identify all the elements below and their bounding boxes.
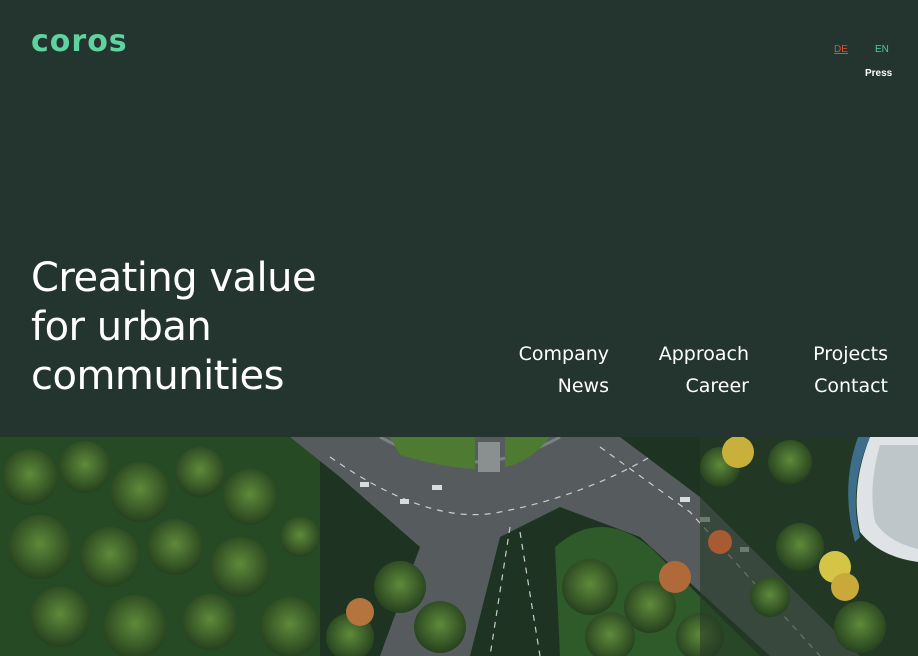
aerial-city-photo [0, 437, 918, 656]
nav-link-career[interactable]: Career [659, 370, 750, 402]
language-en-link[interactable]: EN [875, 44, 889, 55]
nav-column: Projects Contact [813, 338, 888, 402]
hero-title-line: for urban [31, 304, 212, 350]
hero-title-line: Creating value [31, 255, 317, 301]
language-de-link[interactable]: DE [834, 44, 848, 55]
hero-title: Creating value for urban communities [31, 254, 317, 401]
nav-link-projects[interactable]: Projects [813, 338, 888, 370]
hero-section: coros DE EN Press Creating value for urb… [0, 0, 918, 437]
coros-logo[interactable]: coros [31, 24, 128, 60]
nav-link-approach[interactable]: Approach [659, 338, 749, 370]
page: coros DE EN Press Creating value for urb… [0, 0, 918, 656]
hero-title-line: communities [31, 353, 284, 399]
nav-link-company[interactable]: Company [519, 338, 609, 370]
press-link[interactable]: Press [865, 68, 892, 79]
nav-link-contact[interactable]: Contact [813, 370, 888, 402]
nav-link-news[interactable]: News [519, 370, 609, 402]
nav-column: Company News [519, 338, 609, 402]
nav-column: Approach Career [659, 338, 749, 402]
